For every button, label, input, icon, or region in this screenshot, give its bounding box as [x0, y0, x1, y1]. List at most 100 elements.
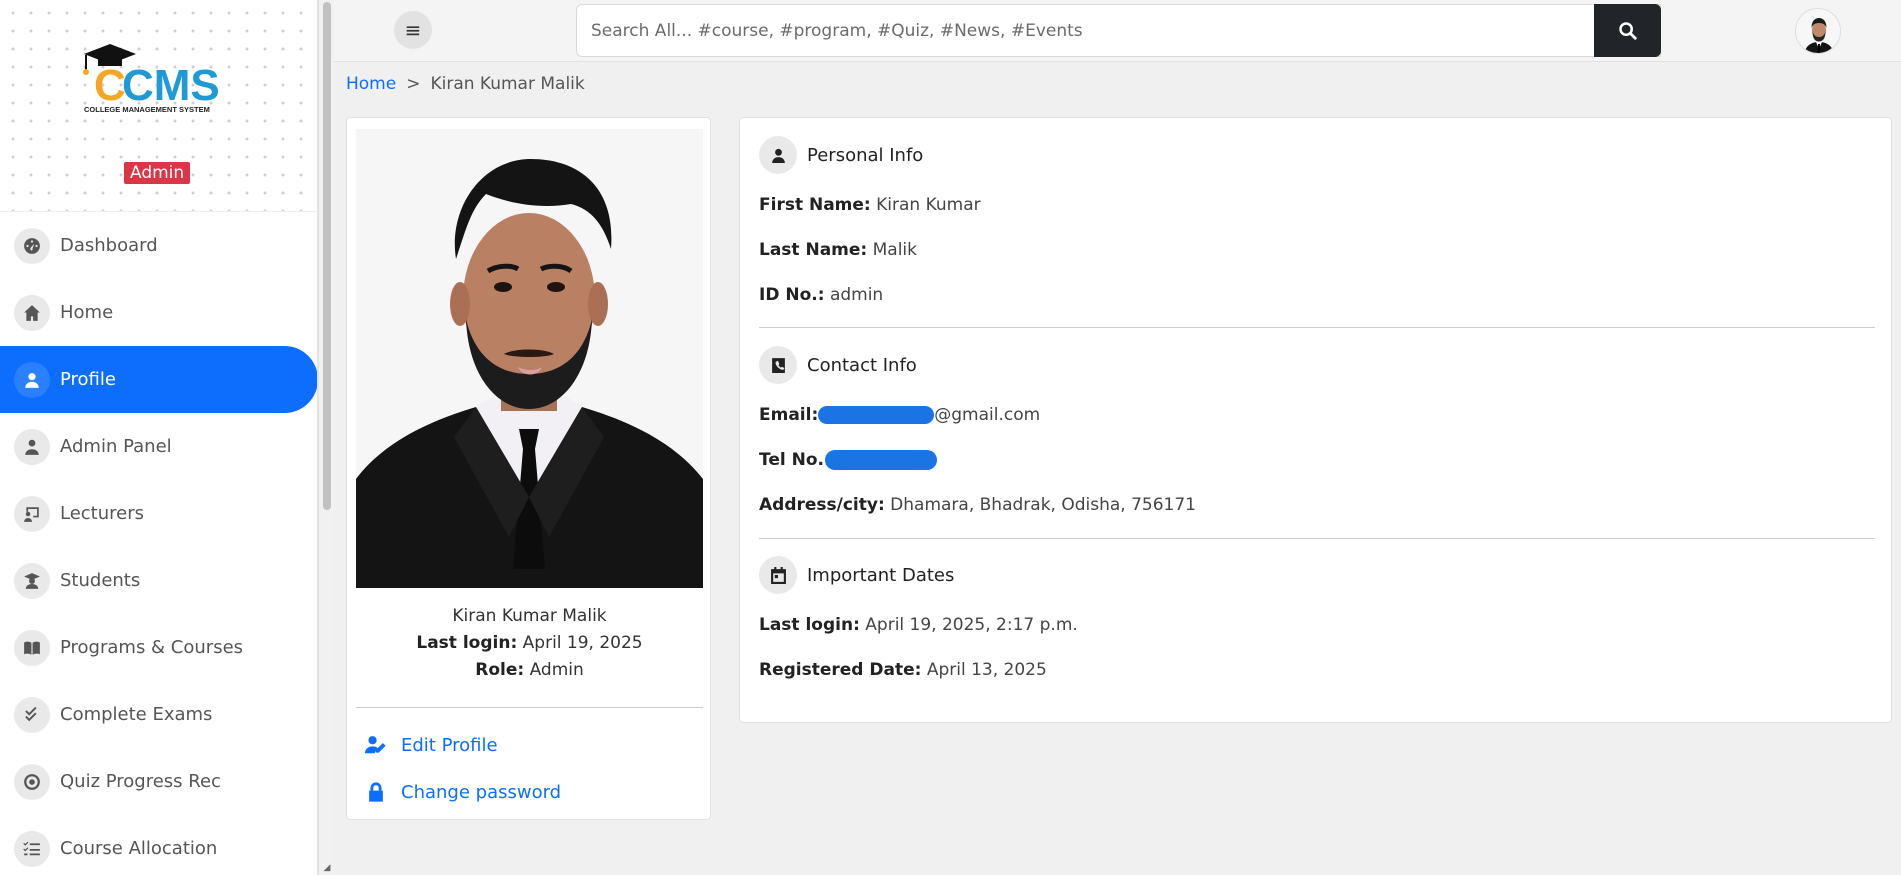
lock-icon: [369, 782, 383, 802]
sidebar-item-label: Course Allocation: [60, 838, 218, 859]
sidebar-item-label: Complete Exams: [60, 704, 213, 725]
user-icon: [759, 136, 797, 174]
scrollbar-thumb[interactable]: [323, 2, 331, 510]
sidebar-item-label: Students: [60, 570, 141, 591]
contact-info-title: Contact Info: [807, 354, 917, 376]
sidebar-item-dashboard[interactable]: Dashboard: [0, 212, 317, 279]
registered-date-value: April 13, 2025: [926, 660, 1047, 680]
svg-text:CMS: CMS: [122, 61, 220, 110]
role-label: Role:: [475, 660, 525, 680]
user-edit-icon: [365, 736, 386, 754]
sidebar-item-admin-panel[interactable]: Admin Panel: [0, 413, 317, 480]
email-field: Email: @gmail.com: [759, 405, 1040, 425]
profile-last-login: Last login: April 19, 2025: [347, 633, 712, 653]
scroll-down-arrow[interactable]: ◢: [322, 863, 332, 873]
section-divider: [759, 327, 1875, 328]
last-name-value: Malik: [872, 240, 918, 260]
breadcrumb-separator: >: [406, 74, 421, 94]
breadcrumb: Home > Kiran Kumar Malik: [346, 74, 585, 94]
last-login-value: April 19, 2025: [522, 633, 643, 653]
profile-card: Kiran Kumar Malik Last login: April 19, …: [346, 117, 711, 820]
email-label: Email:: [759, 405, 819, 425]
personal-info-heading: Personal Info: [759, 136, 923, 174]
registered-date-field: Registered Date: April 13, 2025: [759, 660, 1047, 680]
calendar-icon: [759, 556, 797, 594]
dashboard-icon: [14, 227, 50, 264]
breadcrumb-current: Kiran Kumar Malik: [430, 74, 585, 94]
sidebar-item-programs-courses[interactable]: Programs & Courses: [0, 614, 317, 681]
svg-text:COLLEGE MANAGEMENT SYSTEM: COLLEGE MANAGEMENT SYSTEM: [84, 105, 210, 114]
address-field: Address/city: Dhamara, Bhadrak, Odisha, …: [759, 495, 1196, 515]
sidebar-item-home[interactable]: Home: [0, 279, 317, 346]
edit-profile-link[interactable]: Edit Profile: [365, 734, 498, 756]
svg-text:C: C: [94, 61, 126, 110]
first-name-field: First Name: Kiran Kumar: [759, 195, 981, 215]
sidebar-item-label: Lecturers: [60, 503, 145, 524]
first-name-label: First Name:: [759, 195, 871, 215]
sidebar-nav: Dashboard Home Profile Admin Panel Lectu…: [0, 212, 317, 875]
tel-field: Tel No.:: [759, 450, 937, 470]
search-input[interactable]: [576, 4, 1661, 57]
section-divider: [759, 538, 1875, 539]
menu-toggle-button[interactable]: ≡: [394, 11, 432, 49]
tel-label: Tel No.:: [759, 450, 831, 470]
sidebar-item-profile[interactable]: Profile: [0, 346, 317, 413]
role-badge: Admin: [124, 162, 191, 184]
address-label: Address/city:: [759, 495, 885, 515]
id-value: admin: [829, 285, 884, 305]
admin-icon: [14, 428, 50, 465]
breadcrumb-home-link[interactable]: Home: [346, 74, 396, 94]
record-icon: [14, 763, 50, 800]
top-navbar: ≡: [334, 0, 1901, 62]
last-login-label: Last login:: [416, 633, 518, 653]
search-button[interactable]: [1594, 4, 1661, 57]
sidebar-item-label: Dashboard: [60, 235, 158, 256]
last-login-field: Last login: April 19, 2025, 2:17 p.m.: [759, 615, 1078, 635]
last-name-field: Last Name: Malik: [759, 240, 917, 260]
sidebar-header: C CMS COLLEGE MANAGEMENT SYSTEM Admin: [0, 0, 317, 212]
hamburger-icon: ≡: [404, 18, 422, 42]
registered-date-label: Registered Date:: [759, 660, 922, 680]
profile-photo: [356, 129, 703, 588]
sidebar-item-students[interactable]: Students: [0, 547, 317, 614]
user-icon: [14, 361, 50, 398]
cms-logo: C CMS COLLEGE MANAGEMENT SYSTEM: [83, 44, 220, 114]
profile-role: Role: Admin: [347, 660, 712, 680]
sidebar-item-course-allocation[interactable]: Course Allocation: [0, 815, 317, 875]
search-icon: [1618, 21, 1637, 40]
first-name-value: Kiran Kumar: [876, 195, 981, 215]
sidebar-item-label: Profile: [60, 369, 116, 390]
id-field: ID No.: admin: [759, 285, 883, 305]
important-dates-heading: Important Dates: [759, 556, 954, 594]
id-label: ID No.:: [759, 285, 825, 305]
info-card: Personal Info First Name: Kiran Kumar La…: [739, 117, 1892, 723]
last-name-label: Last Name:: [759, 240, 868, 260]
sidebar-item-label: Admin Panel: [60, 436, 172, 457]
address-value: Dhamara, Bhadrak, Odisha, 756171: [890, 495, 1196, 515]
check-icon: [14, 696, 50, 733]
change-password-link[interactable]: Change password: [365, 781, 561, 803]
sidebar: C CMS COLLEGE MANAGEMENT SYSTEM Admin Da…: [0, 0, 318, 875]
home-icon: [14, 294, 50, 331]
important-dates-title: Important Dates: [807, 564, 955, 586]
user-avatar[interactable]: [1795, 8, 1841, 54]
change-password-label: Change password: [401, 781, 562, 803]
book-icon: [14, 629, 50, 666]
lecturer-icon: [14, 495, 50, 532]
card-divider: [356, 707, 703, 708]
sidebar-scrollbar[interactable]: ◢: [318, 0, 334, 875]
sidebar-item-lecturers[interactable]: Lecturers: [0, 480, 317, 547]
profile-name: Kiran Kumar Malik: [452, 606, 607, 626]
email-suffix: @gmail.com: [934, 405, 1041, 425]
sidebar-item-label: Home: [60, 302, 114, 323]
redacted-mark: [818, 406, 935, 424]
phone-icon: [759, 346, 797, 384]
contact-info-heading: Contact Info: [759, 346, 917, 384]
student-icon: [14, 562, 50, 599]
sidebar-item-complete-exams[interactable]: Complete Exams: [0, 681, 317, 748]
sidebar-item-label: Programs & Courses: [60, 637, 244, 658]
personal-info-title: Personal Info: [807, 144, 924, 166]
last-login-label: Last login:: [759, 615, 860, 635]
sidebar-item-quiz-progress[interactable]: Quiz Progress Rec: [0, 748, 317, 815]
role-value: Admin: [529, 660, 584, 680]
